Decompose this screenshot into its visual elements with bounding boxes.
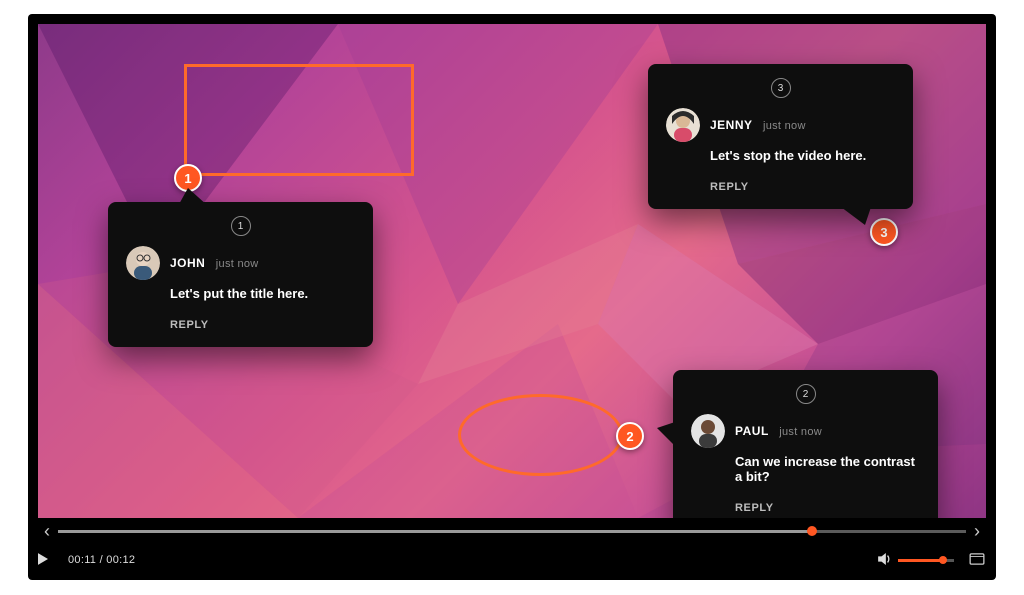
timeline-track[interactable] [58, 530, 966, 533]
annotation-marker-2[interactable]: 2 [616, 422, 644, 450]
avatar [691, 414, 725, 448]
comment-seq-badge: 1 [231, 216, 251, 236]
avatar [666, 108, 700, 142]
fullscreen-icon [968, 553, 986, 565]
volume-control [878, 553, 954, 568]
volume-handle[interactable] [939, 556, 947, 564]
volume-slider[interactable] [898, 559, 954, 562]
annotation-marker-3[interactable]: 3 [870, 218, 898, 246]
reply-button[interactable]: REPLY [710, 181, 895, 193]
comment-time: just now [216, 258, 259, 270]
total-duration: 00:12 [106, 554, 135, 566]
timeline-bar: ‹ › [38, 522, 986, 540]
timeline-playhead[interactable] [807, 526, 817, 536]
comment-tail [178, 188, 208, 206]
prev-frame-button[interactable]: ‹ [38, 522, 56, 540]
play-icon [38, 553, 48, 565]
comment-card-1: 1 JOHN just now Let's put the title here… [108, 202, 373, 347]
annotation-rectangle[interactable] [184, 64, 414, 176]
volume-fill [898, 559, 943, 562]
comment-seq-badge: 3 [771, 78, 791, 98]
time-sep: / [96, 554, 106, 566]
comment-message: Let's put the title here. [170, 286, 355, 301]
video-player: 1 2 3 1 JOHN just now Let's put the titl… [28, 14, 996, 580]
comment-message: Can we increase the contrast a bit? [735, 454, 920, 484]
comment-tail [657, 422, 675, 446]
comment-tail [841, 207, 871, 225]
reply-button[interactable]: REPLY [735, 502, 920, 514]
comment-author: JENNY [710, 118, 753, 132]
comment-message: Let's stop the video here. [710, 148, 895, 163]
player-controls: 00:11 / 00:12 [38, 548, 986, 572]
comment-time: just now [763, 120, 806, 132]
comment-card-2: 2 PAUL just now Can we increase the cont… [673, 370, 938, 518]
current-time: 00:11 [68, 554, 96, 566]
comment-author: JOHN [170, 256, 205, 270]
avatar [126, 246, 160, 280]
comment-author: PAUL [735, 424, 769, 438]
volume-icon[interactable] [878, 553, 892, 568]
comment-time: just now [779, 426, 822, 438]
comment-card-3: 3 JENNY just now Let's stop the video he… [648, 64, 913, 209]
annotation-ellipse[interactable] [458, 394, 623, 476]
fullscreen-button[interactable] [968, 553, 986, 568]
play-button[interactable] [38, 553, 56, 568]
comment-seq-badge: 2 [796, 384, 816, 404]
next-frame-button[interactable]: › [968, 522, 986, 540]
playback-time: 00:11 / 00:12 [68, 554, 135, 566]
video-canvas[interactable]: 1 2 3 1 JOHN just now Let's put the titl… [38, 24, 986, 518]
reply-button[interactable]: REPLY [170, 319, 355, 331]
timeline-progress [58, 530, 812, 533]
